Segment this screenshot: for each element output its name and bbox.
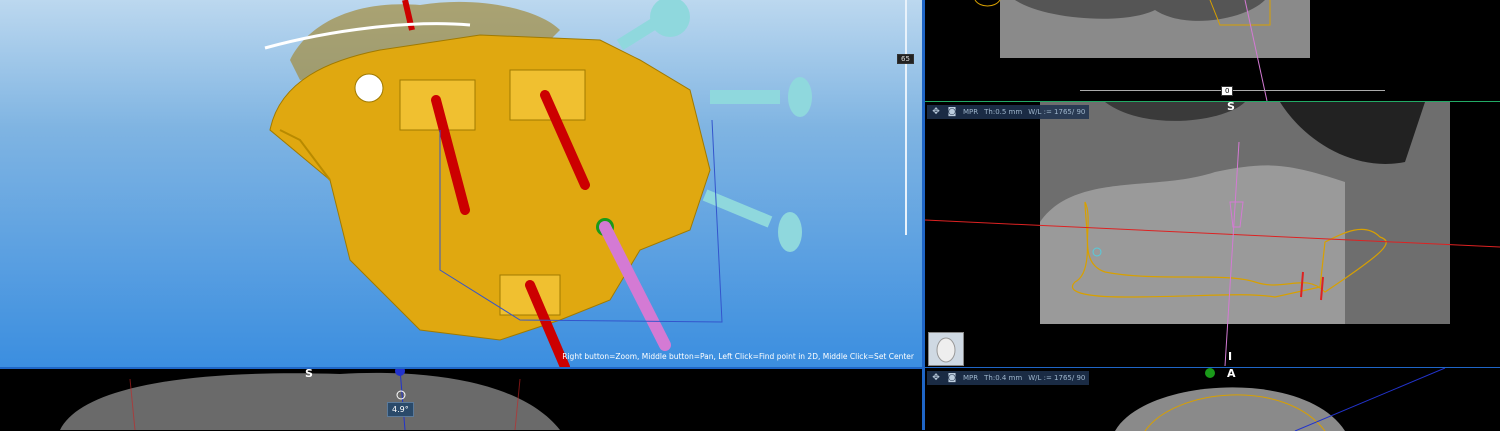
axial-mode: MPR [963, 374, 979, 382]
guide-outline [974, 0, 1001, 7]
sagittal-view[interactable]: ✥ ◙ MPR Th:0.5 mm W/L := 1765/ 90 S I [925, 101, 1500, 366]
sagittal-thickness: Th:0.5 mm [984, 108, 1023, 116]
axial-window-level: W/L := 1765/ 90 [1028, 374, 1086, 382]
pin-head-1 [650, 0, 690, 37]
panoramic-view[interactable]: 0 [925, 0, 1500, 101]
move-icon[interactable]: ✥ [931, 107, 941, 117]
sagittal-dir-top: S [1227, 101, 1235, 113]
sagittal-window-level: W/L := 1765/ 90 [1028, 108, 1086, 116]
camera-icon[interactable]: ◙ [947, 373, 957, 383]
axial-toolbar: ✥ ◙ MPR Th:0.4 mm W/L := 1765/ 90 [927, 371, 1090, 385]
fixation-pin-3[interactable] [702, 189, 773, 228]
sagittal-image [925, 102, 1500, 366]
coronal-image [60, 369, 560, 430]
ct-slice [60, 372, 560, 430]
head-orientation-icon[interactable] [928, 332, 964, 366]
3d-model[interactable] [0, 0, 922, 367]
sagittal-mode: MPR [963, 108, 979, 116]
axial-dir-top: A [1227, 367, 1236, 380]
pin-head-2 [788, 77, 812, 117]
guide-hole [354, 73, 384, 103]
camera-icon[interactable]: ◙ [947, 107, 957, 117]
coronal-view[interactable]: S 4.9° [0, 369, 922, 430]
sagittal-dir-bottom: I [1228, 350, 1233, 363]
coronal-dir-top: S [305, 369, 313, 380]
top-right-slider-value: 0 [1221, 86, 1234, 96]
pin-head-3 [778, 212, 802, 252]
sagittal-toolbar: ✥ ◙ MPR Th:0.5 mm W/L := 1765/ 90 [927, 105, 1090, 119]
3d-view[interactable]: 65 Right button=Zoom, Middle button=Pan,… [0, 0, 922, 367]
coronal-angle: 4.9° [387, 402, 414, 417]
3d-vertical-slider[interactable] [905, 0, 907, 235]
axial-thickness: Th:0.4 mm [984, 374, 1023, 382]
move-icon[interactable]: ✥ [931, 373, 941, 383]
axial-view[interactable]: ✥ ◙ MPR Th:0.4 mm W/L := 1765/ 90 A [925, 367, 1500, 431]
3d-help-text: Right button=Zoom, Middle button=Pan, Le… [562, 352, 914, 361]
implant-marker[interactable] [1205, 368, 1215, 378]
3d-slider-value: 65 [897, 54, 914, 64]
axis-line[interactable] [1294, 368, 1446, 431]
panoramic-image [974, 0, 1310, 101]
